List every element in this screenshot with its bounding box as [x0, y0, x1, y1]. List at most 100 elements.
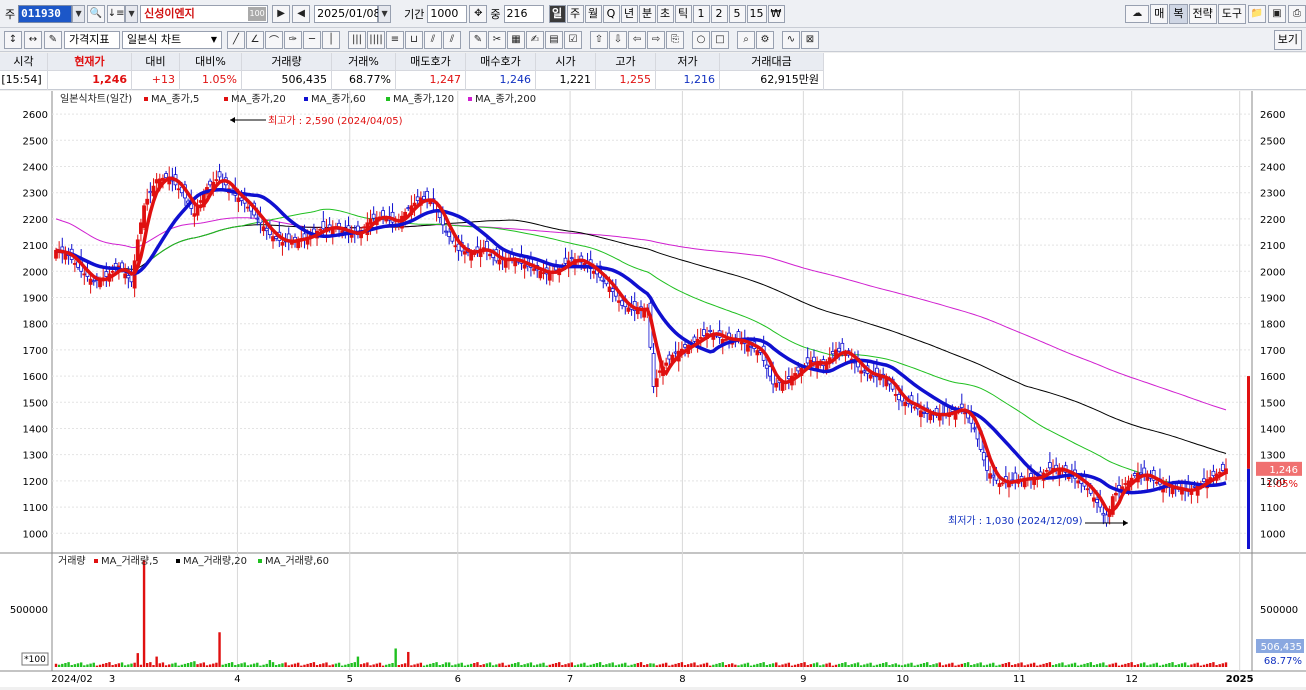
stock-code-input[interactable]: 011930 [18, 4, 73, 23]
candle-body [208, 180, 213, 186]
angle-icon[interactable]: ∠ [246, 30, 264, 49]
toolbar-button-0[interactable]: 매 [1150, 3, 1169, 24]
period-button-0[interactable]: 일 [548, 4, 566, 23]
cloud-icon[interactable]: ☁ [1125, 4, 1150, 23]
period-button-8[interactable]: 1 [692, 4, 710, 23]
grid-icon[interactable]: ▦ [507, 30, 525, 49]
indicator-select-label: 가격지표 [69, 32, 110, 46]
down-icon[interactable]: ⇩ [609, 30, 627, 49]
chart-type-select-label: 일본식 차트 [127, 32, 182, 46]
sort-dropdown-button[interactable]: ▼ [125, 4, 139, 23]
play-icon[interactable]: ▶ [272, 4, 291, 23]
period-button-11[interactable]: 15 [746, 4, 767, 23]
print-icon[interactable]: ⎙ [1288, 4, 1306, 23]
period-button-3[interactable]: Q [602, 4, 620, 23]
volume-bar [1054, 664, 1058, 667]
table-icon[interactable]: ▤ [545, 30, 563, 49]
search-icon[interactable]: 🔍 [87, 4, 106, 23]
volume-bar [536, 664, 539, 667]
chart-type-select[interactable]: 일본식 차트 ▼ [122, 30, 222, 49]
arc-icon[interactable]: ⌒ [265, 30, 283, 49]
period-button-9[interactable]: 2 [710, 4, 728, 23]
volume-bar [61, 663, 64, 667]
candle-body [859, 370, 864, 374]
wave-icon[interactable]: ∿ [782, 30, 800, 49]
toolbar-button-3[interactable]: 도구 [1217, 3, 1246, 24]
erase-icon[interactable]: ⊠ [801, 30, 819, 49]
volume-bar [1133, 665, 1136, 667]
bars2-icon[interactable]: |||| [367, 30, 385, 49]
vline-icon[interactable]: │ [322, 30, 340, 49]
view-button[interactable]: 보기 [1273, 29, 1302, 50]
edit-icon[interactable]: ✎ [44, 30, 62, 49]
period-button-1[interactable]: 주 [566, 4, 584, 23]
left-icon[interactable]: ⇦ [628, 30, 646, 49]
volume-bar [576, 664, 580, 667]
volume-bar [844, 662, 847, 667]
volume-bar [265, 663, 268, 667]
candle-body [868, 374, 873, 379]
volume-bar [230, 662, 234, 667]
arrow-up-down-icon[interactable]: ↕ [4, 30, 22, 49]
volume-bar [916, 664, 919, 667]
candle-body [1217, 471, 1222, 474]
bars-icon[interactable]: ||| [348, 30, 366, 49]
prev-icon[interactable]: ◀ [292, 4, 311, 23]
period-button-7[interactable]: 틱 [674, 4, 692, 23]
copy-icon[interactable]: ⎘ [666, 30, 684, 49]
period-button-10[interactable]: 5 [728, 4, 746, 23]
parallel2-icon[interactable]: ⫽ [443, 30, 461, 49]
up-icon[interactable]: ⇧ [590, 30, 608, 49]
sign-icon[interactable]: ✍ [526, 30, 544, 49]
hlines-icon[interactable]: ≡ [386, 30, 404, 49]
cut-icon[interactable]: ✂ [488, 30, 506, 49]
rect-icon[interactable]: □ [711, 30, 729, 49]
period-button-5[interactable]: 분 [638, 4, 656, 23]
volume-bar [70, 665, 73, 667]
date-dropdown-button[interactable]: ▼ [378, 4, 392, 23]
overlap-input[interactable]: 216 [503, 4, 544, 23]
high-annotation: 최고가 : 2,590 (2024/04/05) [268, 115, 403, 127]
period-button-12[interactable]: ₩ [767, 4, 785, 23]
hline-icon[interactable]: ─ [303, 30, 321, 49]
zoom-icon[interactable]: ⌕ [737, 30, 755, 49]
indicator-select[interactable]: 가격지표 [64, 30, 120, 49]
circle-icon[interactable]: ○ [692, 30, 710, 49]
toolbar-button-2[interactable]: 전략 [1188, 3, 1217, 24]
volume-bar [57, 664, 61, 667]
right-icon[interactable]: ⇨ [647, 30, 665, 49]
price-chart[interactable]: 1000 10001100 11001200 12001300 13001400 1400… [0, 91, 1306, 687]
parallel-icon[interactable]: ⫽ [424, 30, 442, 49]
volume-bar [743, 663, 746, 667]
volume-bar [938, 662, 941, 667]
arrow-left-right-icon[interactable]: ↔ [24, 30, 42, 49]
y-tick-label-right: 2400 [1260, 162, 1285, 173]
volume-bar [885, 662, 888, 667]
period-button-4[interactable]: 년 [620, 4, 638, 23]
volume-bar [551, 663, 555, 667]
save-icon[interactable]: ▣ [1268, 4, 1286, 23]
channel-icon[interactable]: ⊔ [405, 30, 423, 49]
line-icon[interactable]: ╱ [227, 30, 245, 49]
volume-bar [337, 662, 341, 667]
period-button-6[interactable]: 초 [656, 4, 674, 23]
pen-icon[interactable]: ✑ [284, 30, 302, 49]
settings-icon[interactable]: ⚙ [756, 30, 774, 49]
volume-bar [746, 662, 750, 667]
move-icon[interactable]: ✥ [469, 4, 488, 23]
volume-bar [274, 665, 278, 667]
volume-bar [469, 663, 473, 667]
volume-bar [391, 663, 394, 667]
volume-tick-label-right: 500000 [1260, 605, 1298, 616]
pencil-icon[interactable]: ✎ [469, 30, 487, 49]
folder-icon[interactable]: 📁 [1248, 4, 1266, 23]
candle-body [928, 413, 933, 421]
period-input[interactable]: 1000 [427, 4, 468, 23]
date-input[interactable]: 2025/01/08 [314, 4, 381, 23]
code-dropdown-button[interactable]: ▼ [72, 4, 86, 23]
sort-icon[interactable]: ↓≡ [107, 4, 126, 23]
check-icon[interactable]: ☑ [564, 30, 582, 49]
volume-bar [193, 661, 196, 667]
period-button-2[interactable]: 월 [584, 4, 602, 23]
toolbar-button-1[interactable]: 복 [1169, 3, 1188, 24]
